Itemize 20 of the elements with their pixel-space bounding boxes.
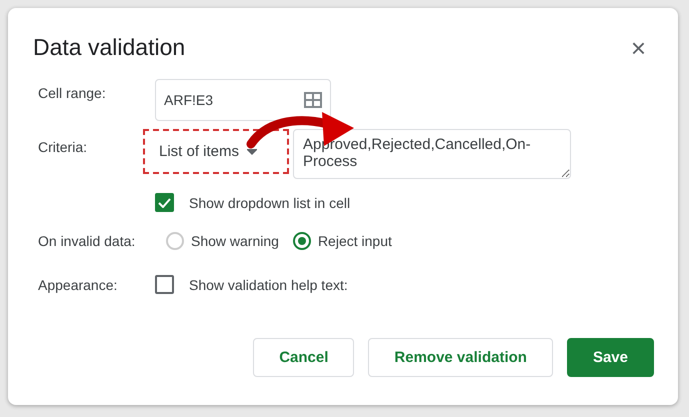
caret-icon [247, 148, 258, 154]
save-button[interactable]: Save [566, 338, 654, 377]
items-input[interactable]: Approved,Rejected,Cancelled,On-Process [293, 129, 571, 179]
field-label: Criteria: [37, 138, 88, 155]
checkbox[interactable] [155, 193, 174, 212]
radio-label: Reject input [318, 233, 392, 249]
dialog-button[interactable]: Remove validation [368, 338, 553, 377]
radio-button[interactable] [292, 232, 311, 250]
field-label: Appearance: [37, 276, 118, 292]
grid-icon[interactable] [304, 92, 322, 108]
field-label: On invalid data: [37, 233, 136, 249]
dialog-title: Data validation [33, 34, 186, 61]
checkbox-label: Show dropdown list in cell [189, 194, 350, 210]
checkbox-label: Show validation help text: [189, 276, 348, 292]
close-button[interactable]: × [622, 34, 654, 60]
dialog-button[interactable]: Cancel [253, 338, 354, 377]
checkmark-icon [158, 198, 171, 208]
radio-label: Show warning [191, 233, 279, 249]
checkbox[interactable] [155, 275, 174, 294]
field-label: Cell range: [37, 84, 107, 101]
